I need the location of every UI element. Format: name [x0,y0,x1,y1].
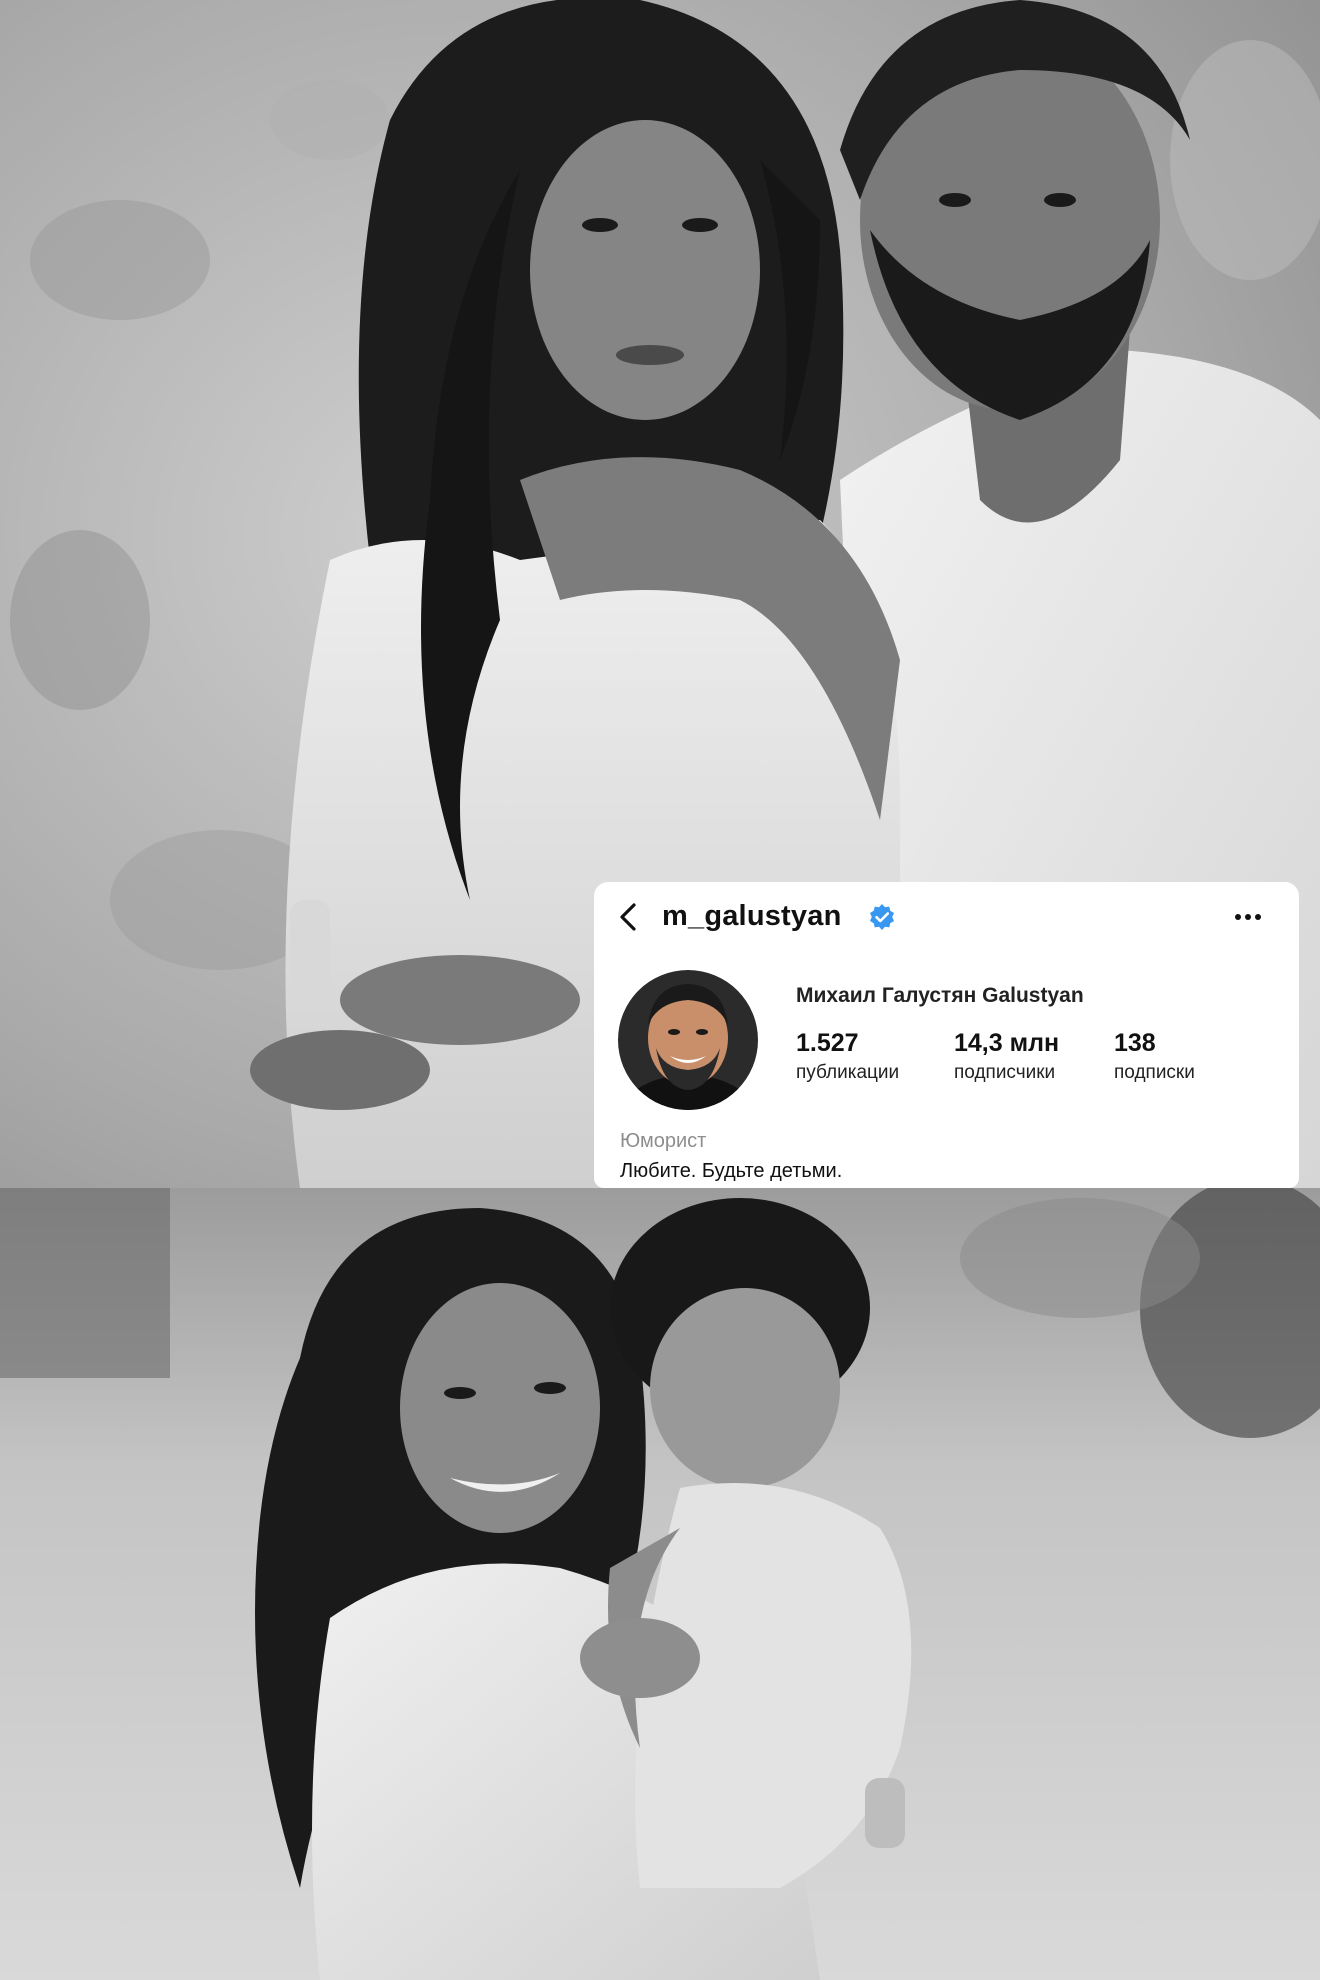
stat-followers[interactable]: 14,3 млн подписчики [954,1028,1059,1084]
stat-posts-value: 1.527 [796,1029,859,1057]
screen: m_galustyan Михаил Галустян Galustyan 1.… [0,0,1320,1980]
more-horizontal-icon[interactable] [1228,900,1268,934]
profile-display-name: Михаил Галустян Galustyan [796,984,1084,1007]
chevron-left-icon[interactable] [612,900,646,934]
profile-card: m_galustyan Михаил Галустян Galustyan 1.… [594,882,1299,1188]
stat-followers-label: подписчики [954,1062,1056,1083]
profile-bio: Любите. Будьте детьми. [620,1160,843,1182]
stat-following-label: подписки [1114,1062,1195,1083]
avatar[interactable] [618,970,758,1110]
stat-posts[interactable]: 1.527 публикации [796,1028,899,1084]
profile-category: Юморист [620,1130,707,1152]
stat-following[interactable]: 138 подписки [1114,1028,1195,1084]
mother-child-photo [0,1188,1320,1980]
stat-following-value: 138 [1114,1029,1156,1057]
profile-header: m_galustyan [594,882,1299,952]
stat-followers-value: 14,3 млн [954,1029,1060,1057]
verified-badge-icon [868,903,896,931]
stat-posts-label: публикации [796,1062,900,1083]
profile-username: m_galustyan [662,900,842,932]
